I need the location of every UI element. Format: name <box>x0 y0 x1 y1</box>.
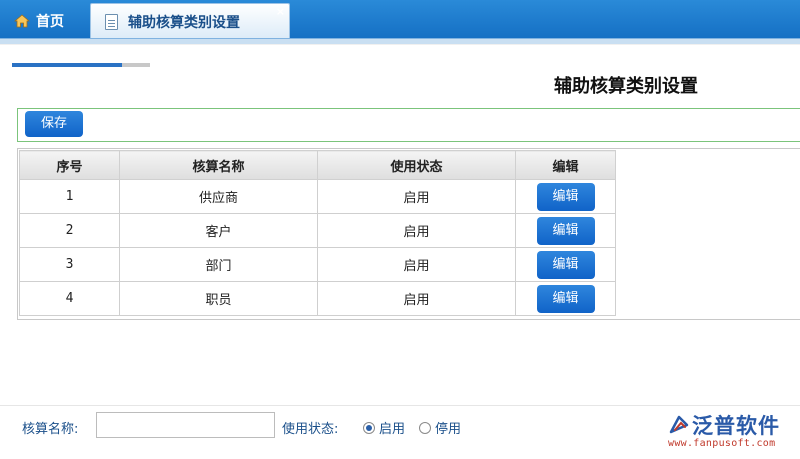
status-radio-enabled[interactable]: 启用 <box>363 418 405 437</box>
table-header-row: 序号 核算名称 使用状态 编辑 <box>19 150 616 180</box>
column-header-edit: 编辑 <box>515 150 616 180</box>
row-name: 部门 <box>119 247 318 282</box>
tab-home[interactable]: 首页 <box>6 6 88 36</box>
progress-bar <box>12 63 150 67</box>
tab-active-label: 辅助核算类别设置 <box>128 14 240 31</box>
category-table-container: 序号 核算名称 使用状态 编辑 1 供应商 启用 编辑 2 客户 启用 编辑 3… <box>17 148 800 320</box>
radio-button-checked[interactable] <box>363 421 375 434</box>
close-icon[interactable]: × <box>276 5 285 18</box>
row-status: 启用 <box>317 213 516 248</box>
page-icon <box>105 13 118 30</box>
brand-name: 泛普软件 <box>692 414 780 438</box>
row-name: 供应商 <box>119 179 318 214</box>
brand-logo: 泛普软件 www.fanpusoft.com <box>668 410 793 452</box>
edit-button[interactable]: 编辑 <box>536 250 595 279</box>
table-row: 3 部门 启用 编辑 <box>19 247 616 282</box>
edit-button[interactable]: 编辑 <box>536 182 595 211</box>
status-radio-disabled[interactable]: 停用 <box>419 418 461 437</box>
row-edit-cell: 编辑 <box>515 179 616 214</box>
table-row: 4 职员 启用 编辑 <box>19 281 616 316</box>
row-index: 4 <box>19 281 120 316</box>
name-filter-input[interactable] <box>96 412 275 438</box>
column-header-name: 核算名称 <box>119 150 318 180</box>
table-row: 2 客户 启用 编辑 <box>19 213 616 248</box>
row-status: 启用 <box>317 247 516 282</box>
brand-url: www.fanpusoft.com <box>668 438 776 449</box>
tab-home-label: 首页 <box>36 14 64 30</box>
radio-button-unchecked[interactable] <box>419 421 431 434</box>
table-row: 1 供应商 启用 编辑 <box>19 179 616 214</box>
row-name: 客户 <box>119 213 318 248</box>
name-filter-label: 核算名称: <box>22 422 79 437</box>
edit-button[interactable]: 编辑 <box>536 284 595 313</box>
main-content: 辅助核算类别设置 保存 序号 核算名称 使用状态 编辑 1 供应商 启用 编辑 <box>0 45 800 459</box>
status-option-disabled-label: 停用 <box>435 422 462 437</box>
row-edit-cell: 编辑 <box>515 213 616 248</box>
toolbar: 保存 <box>17 108 800 142</box>
row-index: 1 <box>19 179 120 214</box>
page-title: 辅助核算类别设置 <box>554 76 698 97</box>
save-button[interactable]: 保存 <box>25 111 83 137</box>
status-filter-label: 使用状态: <box>282 422 339 437</box>
row-edit-cell: 编辑 <box>515 247 616 282</box>
tab-bar: 首页 辅助核算类别设置 × <box>0 0 800 39</box>
row-index: 3 <box>19 247 120 282</box>
column-header-index: 序号 <box>19 150 120 180</box>
row-name: 职员 <box>119 281 318 316</box>
home-icon <box>14 14 30 28</box>
tab-active[interactable]: 辅助核算类别设置 × <box>90 3 290 39</box>
logo-icon <box>669 415 689 434</box>
status-option-enabled-label: 启用 <box>379 422 406 437</box>
edit-button[interactable]: 编辑 <box>536 216 595 245</box>
row-index: 2 <box>19 213 120 248</box>
category-table: 序号 核算名称 使用状态 编辑 1 供应商 启用 编辑 2 客户 启用 编辑 3… <box>19 150 616 316</box>
row-status: 启用 <box>317 281 516 316</box>
row-status: 启用 <box>317 179 516 214</box>
row-edit-cell: 编辑 <box>515 281 616 316</box>
tab-bar-underline <box>0 38 800 44</box>
column-header-status: 使用状态 <box>317 150 516 180</box>
progress-bar-fill <box>12 63 123 67</box>
